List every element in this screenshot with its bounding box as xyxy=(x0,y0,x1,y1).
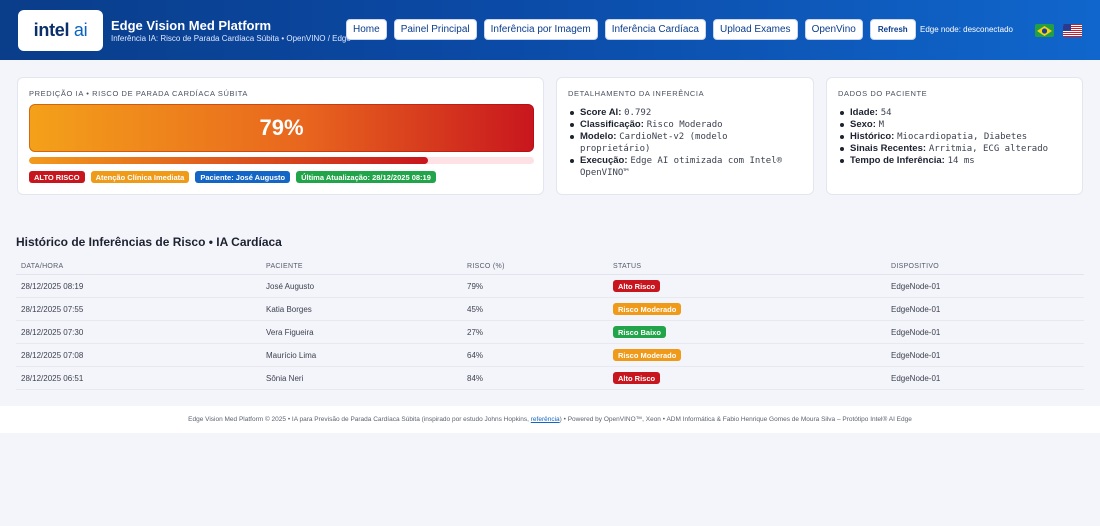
risk-progress-fill xyxy=(29,157,428,164)
row-status-badge: Alto Risco xyxy=(613,280,661,292)
patient-age-item: Idade: 54 xyxy=(840,107,1075,119)
last-update-badge: Última Atualização: 28/12/2025 08:19 xyxy=(296,171,436,183)
edge-node-status: Edge node: desconectado xyxy=(920,25,1013,34)
patient-card-title: DADOS DO PACIENTE xyxy=(838,89,928,98)
patient-data-card: DADOS DO PACIENTE Idade: 54 Sexo: M Hist… xyxy=(826,77,1083,195)
page-footer: Edge Vision Med Platform © 2025 • IA par… xyxy=(0,406,1100,433)
nav-home-button[interactable]: Home xyxy=(346,19,387,40)
column-header-risk: RISCO (%) xyxy=(467,263,505,270)
intel-ai-logo[interactable]: intel ai xyxy=(18,10,103,51)
patient-signals-item: Sinais Recentes: Arritmia, ECG alterado xyxy=(840,143,1075,155)
refresh-button[interactable]: Refresh xyxy=(869,19,916,40)
row-status-badge: Risco Moderado xyxy=(613,303,682,315)
row-risk: 45% xyxy=(467,305,484,314)
row-status-badge: Risco Baixo xyxy=(613,326,666,338)
row-device: EdgeNode-01 xyxy=(891,374,941,383)
inference-classification-item: Classificação: Risco Moderado xyxy=(570,119,802,131)
column-header-status: STATUS xyxy=(613,263,642,270)
patient-inference-time-item: Tempo de Inferência: 14 ms xyxy=(840,155,1075,167)
footer-reference-link[interactable]: referência xyxy=(531,416,560,423)
patient-badge: Paciente: José Augusto xyxy=(195,171,291,183)
table-row[interactable]: 28/12/2025 06:51 Sônia Neri 84% Alto Risco E… xyxy=(16,367,1084,390)
column-header-patient: PACIENTE xyxy=(266,263,303,270)
row-patient: Vera Figueira xyxy=(266,328,314,337)
nav-upload-exams-button[interactable]: Upload Exames xyxy=(712,19,798,40)
patient-history-item: Histórico: Miocardiopatia, Diabetes xyxy=(840,131,1075,143)
nav-dashboard-button[interactable]: Painel Principal xyxy=(393,19,477,40)
table-header: DATA/HORA PACIENTE RISCO (%) STATUS DISP… xyxy=(16,258,1084,275)
row-status-badge: Risco Moderado xyxy=(613,349,682,361)
risk-badges: ALTO RISCO Atenção Clínica Imediata Paci… xyxy=(29,171,436,183)
table-row[interactable]: 28/12/2025 08:19 José Augusto 79% Alto Risc… xyxy=(16,275,1084,298)
row-device: EdgeNode-01 xyxy=(891,305,941,314)
inference-score-item: Score AI: 0.792 xyxy=(570,107,802,119)
flag-usa-icon[interactable] xyxy=(1063,24,1082,37)
row-patient: Sônia Neri xyxy=(266,374,304,383)
inference-model-item: Modelo: CardioNet-v2 (modelo proprietári… xyxy=(570,131,802,155)
risk-prediction-card: PREDIÇÃO IA • RISCO DE PARADA CARDÍACA S… xyxy=(17,77,544,195)
inference-detail-card: DETALHAMENTO DA INFERÊNCIA Score AI: 0.7… xyxy=(556,77,814,195)
table-body: 28/12/2025 08:19 José Augusto 79% Alto Risc… xyxy=(16,275,1084,390)
column-header-device: DISPOSITIVO xyxy=(891,263,940,270)
logo-text: intel ai xyxy=(33,20,88,40)
risk-gauge: 79% xyxy=(29,104,534,152)
row-device: EdgeNode-01 xyxy=(891,282,941,291)
inference-execution-item: Execução: Edge AI otimizada com Intel® O… xyxy=(570,155,802,179)
row-datetime: 28/12/2025 07:30 xyxy=(21,328,84,337)
row-datetime: 28/12/2025 08:19 xyxy=(21,282,84,291)
footer-text: Edge Vision Med Platform © 2025 • IA par… xyxy=(188,416,912,423)
flag-brazil-rhombus xyxy=(1037,25,1052,36)
main-nav: Home Painel Principal Inferência por Ima… xyxy=(346,19,916,40)
column-header-datetime: DATA/HORA xyxy=(21,263,64,270)
table-row[interactable]: 28/12/2025 07:55 Katia Borges 45% Risco Mod… xyxy=(16,298,1084,321)
nav-image-inference-button[interactable]: Inferência por Imagem xyxy=(483,19,598,40)
table-row[interactable]: 28/12/2025 07:08 Maurício Lima 64% Risco Mo… xyxy=(16,344,1084,367)
table-row[interactable]: 28/12/2025 07:30 Vera Figueira 27% Risco Ba… xyxy=(16,321,1084,344)
history-table: DATA/HORA PACIENTE RISCO (%) STATUS DISP… xyxy=(16,258,1084,390)
flag-usa-canton xyxy=(1063,24,1071,31)
row-datetime: 28/12/2025 06:51 xyxy=(21,374,84,383)
row-risk: 84% xyxy=(467,374,484,383)
patient-data-list: Idade: 54 Sexo: M Histórico: Miocardiopa… xyxy=(840,107,1075,167)
row-risk: 64% xyxy=(467,351,484,360)
flag-brazil-icon[interactable] xyxy=(1035,24,1054,37)
high-risk-badge: ALTO RISCO xyxy=(29,171,85,183)
risk-percentage: 79% xyxy=(259,115,304,140)
inference-card-title: DETALHAMENTO DA INFERÊNCIA xyxy=(568,89,705,98)
row-risk: 79% xyxy=(467,282,484,291)
row-status-badge: Alto Risco xyxy=(613,372,661,384)
top-header: intel ai Edge Vision Med Platform Inferê… xyxy=(0,0,1100,60)
nav-openvino-button[interactable]: OpenVino xyxy=(804,19,863,40)
row-patient: Maurício Lima xyxy=(266,351,317,360)
risk-card-title: PREDIÇÃO IA • RISCO DE PARADA CARDÍACA S… xyxy=(29,89,248,98)
inference-detail-list: Score AI: 0.792 Classificação: Risco Mod… xyxy=(570,107,802,179)
risk-progress-bar xyxy=(29,157,534,164)
row-device: EdgeNode-01 xyxy=(891,351,941,360)
clinical-attention-badge: Atenção Clínica Imediata xyxy=(90,171,190,183)
patient-sex-item: Sexo: M xyxy=(840,119,1075,131)
app-title: Edge Vision Med Platform xyxy=(111,18,272,33)
row-datetime: 28/12/2025 07:55 xyxy=(21,305,84,314)
app-subtitle: Inferência IA: Risco de Parada Cardíaca … xyxy=(111,34,351,43)
nav-cardiac-inference-button[interactable]: Inferência Cardíaca xyxy=(604,19,706,40)
row-device: EdgeNode-01 xyxy=(891,328,941,337)
row-patient: Katia Borges xyxy=(266,305,312,314)
row-datetime: 28/12/2025 07:08 xyxy=(21,351,84,360)
row-risk: 27% xyxy=(467,328,484,337)
row-patient: José Augusto xyxy=(266,282,315,291)
history-title: Histórico de Inferências de Risco • IA C… xyxy=(16,235,282,249)
